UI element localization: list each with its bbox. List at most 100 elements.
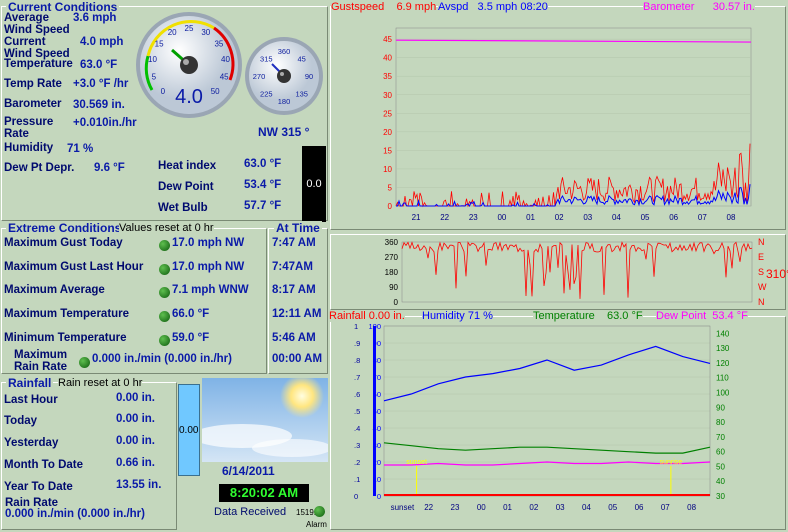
direction-tick-label: 45 — [298, 54, 306, 63]
y-right-tick: 70 — [716, 433, 725, 442]
y-right-tick: 100 — [716, 389, 730, 398]
x-tick: 22 — [424, 503, 433, 512]
rainfall-row-label: Today — [4, 415, 38, 427]
y-left-tick: 10 — [383, 165, 392, 174]
weather-sky-image — [202, 378, 328, 462]
extreme-row-time: 8:17 AM — [272, 284, 316, 296]
y-left-tick: 50 — [373, 407, 381, 416]
speed-tick-label: 45 — [220, 72, 229, 81]
current-row-value: 63.0 °F — [80, 59, 118, 71]
x-tick: 08 — [727, 213, 736, 222]
extreme-conditions-subtitle: Values reset at 0 hr — [119, 222, 214, 234]
rain-tick: .8 — [354, 356, 360, 365]
plot-area — [395, 27, 752, 207]
legend-avspd: Avspd 3.5 mph 08:20 — [438, 1, 548, 13]
speed-tick-label: 40 — [221, 55, 230, 64]
extreme-row-indicator — [79, 357, 90, 368]
alarm-label: Alarm — [306, 520, 327, 529]
y-left-tick: 5 — [388, 183, 393, 192]
x-tick: 01 — [526, 213, 535, 222]
rainfall-row-label: Last Hour — [4, 394, 58, 406]
x-tick: 05 — [608, 503, 617, 512]
extreme-row-label: Maximum Temperature — [4, 308, 130, 320]
x-tick: 00 — [497, 213, 506, 222]
extreme-row-label: Maximum Gust Today — [4, 237, 123, 249]
x-tick: 06 — [635, 503, 644, 512]
rain-tick: 1 — [354, 322, 358, 331]
gust-line — [395, 143, 751, 208]
speed-tick-label: 5 — [152, 72, 157, 81]
rain-tick: .4 — [354, 424, 360, 433]
y-left-tick: 40 — [383, 54, 392, 63]
speed-tick-label: 50 — [211, 87, 220, 96]
current-row-label-line: Rate — [4, 128, 29, 140]
y-right-tick: 90 — [716, 403, 725, 412]
current-row-label-line: Humidity — [4, 142, 54, 154]
wet-bulb-label: Wet Bulb — [158, 202, 208, 214]
current-row-label-line: Current — [4, 36, 46, 48]
y-left-tick: 45 — [383, 35, 392, 44]
direction-tick-label: 315 — [260, 54, 273, 63]
extreme-row-indicator — [159, 335, 170, 346]
speed-tick-label: 0 — [161, 87, 166, 96]
extreme-time-header: At Time — [274, 221, 322, 235]
y-left-tick: 35 — [383, 72, 392, 81]
solar-side-box: 0.0 — [302, 146, 326, 222]
speed-tick-label: 25 — [185, 24, 194, 33]
current-row-value: +3.0 °F /hr — [73, 78, 129, 90]
rainfall-row-value: 0.00 in. — [116, 435, 155, 447]
wind-speed-gauge: 05 10 15 20 25 30 35 40 4550 4.0 — [136, 12, 242, 118]
rain-rate-value: 0.000 in./min (0.000 in./hr) — [5, 508, 145, 520]
y-right-tick: 80 — [716, 418, 725, 427]
y-left-tick: 0 — [377, 492, 381, 501]
y-left-tick: 25 — [383, 109, 392, 118]
current-row-label-line: Dew Pt Depr. — [4, 162, 75, 174]
barometer-line — [395, 39, 752, 43]
extreme-row-indicator — [159, 311, 170, 322]
direction-tick-label: 270 — [253, 72, 266, 81]
x-tick: 06 — [669, 213, 678, 222]
sun-marker-label: sunset — [406, 459, 427, 466]
extreme-row-indicator — [159, 264, 170, 275]
current-row-value: 9.6 °F — [94, 162, 125, 174]
direction-tick-label: 90 — [305, 72, 313, 81]
y-left-tick: 90 — [373, 339, 381, 348]
current-row-value: 30.569 in. — [73, 99, 125, 111]
climate-chart: 0.1.2.3.4.5.6.7.8.9101020304050607080901… — [354, 322, 730, 512]
y-right-tick: 120 — [716, 359, 730, 368]
extreme-row-label: Maximum Gust Last Hour — [4, 261, 144, 273]
data-received-label: Data Received — [214, 506, 287, 518]
x-tick: 23 — [451, 503, 460, 512]
speed-tick-label: 30 — [201, 28, 210, 37]
current-row-label-line: Temperature — [4, 58, 73, 70]
extreme-conditions-title: Extreme Conditions — [6, 221, 124, 235]
heat-index-label: Heat index — [158, 160, 217, 172]
dew-point-label: Dew Point — [158, 181, 214, 193]
y-left-tick: 100 — [368, 322, 381, 331]
x-tick: 03 — [583, 213, 592, 222]
wind-barometer-chart: 05101520253035404528.82929.229.429.629.8… — [383, 27, 752, 222]
x-tick: 00 — [477, 503, 486, 512]
rain-tick: .7 — [354, 373, 360, 382]
current-row-value: 71 % — [67, 143, 94, 155]
extreme-row-time: 12:11 AM — [272, 308, 322, 320]
x-tick: 01 — [503, 503, 512, 512]
rainfall-row-label: Yesterday — [4, 437, 59, 449]
solar-side-value: 0.0 — [306, 178, 322, 190]
y-left-tick: 30 — [383, 91, 392, 100]
x-tick: sunset — [391, 503, 415, 512]
heat-index-value: 63.0 °F — [244, 158, 282, 170]
extreme-row-value: 17.0 mph NW — [172, 261, 245, 273]
wind-direction-readout: NW 315 ° — [258, 125, 310, 139]
alarm-indicator[interactable] — [314, 506, 325, 517]
x-tick: 02 — [555, 213, 564, 222]
x-tick: 07 — [661, 503, 670, 512]
direction-y-tick: 0 — [394, 298, 399, 307]
y-right-tick: 30 — [716, 492, 725, 501]
y-right-tick: 50 — [716, 462, 725, 471]
extreme-row-time: 5:46 AM — [272, 332, 316, 344]
rain-tick: .3 — [354, 441, 360, 450]
direction-y-tick: 180 — [385, 268, 399, 277]
y-left-tick: 30 — [373, 441, 381, 450]
rain-tick: .2 — [354, 458, 360, 467]
